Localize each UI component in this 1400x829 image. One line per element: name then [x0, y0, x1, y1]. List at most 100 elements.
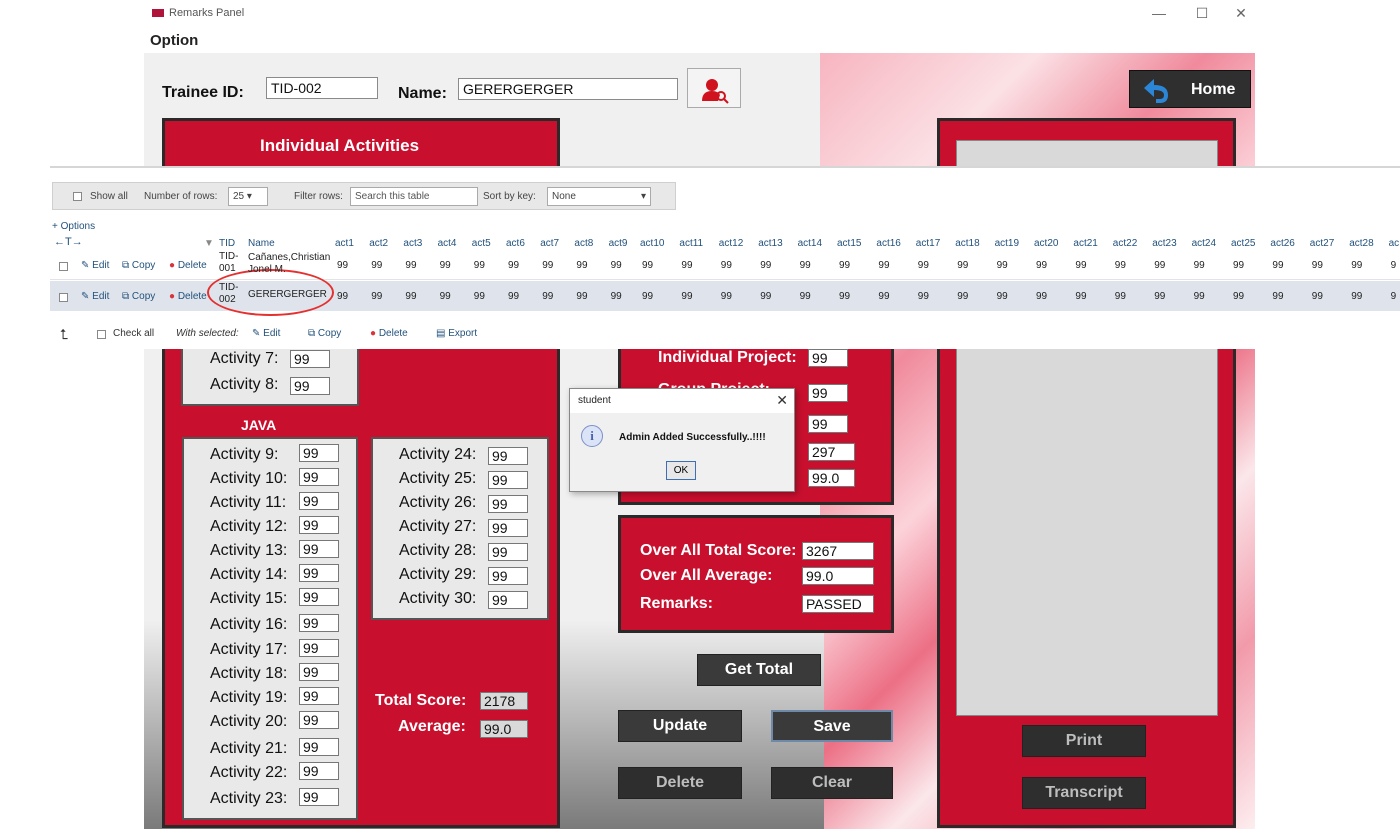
activity-field[interactable]: 99	[299, 540, 339, 558]
column-header[interactable]: act4	[438, 238, 457, 249]
column-header[interactable]: act11	[679, 238, 703, 249]
column-header[interactable]: act6	[506, 238, 525, 249]
search-trainee-button[interactable]	[687, 68, 741, 108]
activity-field[interactable]: 99	[299, 444, 339, 462]
row-delete-link[interactable]: ● Delete	[169, 291, 207, 302]
row-delete-link[interactable]: ● Delete	[169, 260, 207, 271]
options-link[interactable]: + Options	[52, 221, 95, 232]
print-button[interactable]: Print	[1022, 725, 1146, 757]
column-header[interactable]: act14	[798, 238, 822, 249]
check-all-checkbox[interactable]	[97, 330, 106, 339]
column-header[interactable]: act21	[1073, 238, 1097, 249]
column-header[interactable]: act3	[403, 238, 422, 249]
column-header[interactable]: act9	[609, 238, 628, 249]
ok-button[interactable]: OK	[666, 461, 696, 480]
activity-field[interactable]: 99	[299, 564, 339, 582]
column-header[interactable]: act17	[916, 238, 940, 249]
column-header[interactable]: act1	[335, 238, 354, 249]
column-header[interactable]: act27	[1310, 238, 1334, 249]
row-copy-link[interactable]: ⧉ Copy	[122, 260, 155, 271]
column-header[interactable]: act8	[574, 238, 593, 249]
dialog-close-icon[interactable]: ✕	[776, 392, 788, 409]
footer-export-link[interactable]: ▤ Export	[436, 328, 477, 339]
clear-button[interactable]: Clear	[771, 767, 893, 799]
row-copy-link[interactable]: ⧉ Copy	[122, 291, 155, 302]
column-header[interactable]: act18	[955, 238, 979, 249]
save-button[interactable]: Save	[771, 710, 893, 742]
activity-field[interactable]: 99	[299, 788, 339, 806]
activity-field[interactable]: 99	[488, 567, 528, 585]
column-header[interactable]: act16	[876, 238, 900, 249]
minimize-button[interactable]: —	[1144, 4, 1174, 22]
activity-field[interactable]: 99	[488, 471, 528, 489]
column-header[interactable]: act2	[369, 238, 388, 249]
footer-copy-link[interactable]: ⧉ Copy	[308, 328, 341, 339]
row-edit-link[interactable]: ✎ Edit	[81, 291, 109, 302]
overall-average-field[interactable]: 99.0	[802, 567, 874, 585]
group-project-field[interactable]: 99	[808, 384, 848, 402]
sort-select[interactable]: None ▾	[547, 187, 651, 206]
trainee-id-field[interactable]: TID-002	[266, 77, 378, 99]
column-header[interactable]: act20	[1034, 238, 1058, 249]
row-checkbox[interactable]	[59, 293, 68, 302]
projects-average-field[interactable]: 99.0	[808, 469, 855, 487]
update-button[interactable]: Update	[618, 710, 742, 742]
footer-edit-link[interactable]: ✎ Edit	[252, 328, 280, 339]
activity-field[interactable]: 99	[488, 495, 528, 513]
column-header[interactable]: act7	[540, 238, 559, 249]
get-total-button[interactable]: Get Total	[697, 654, 821, 686]
activity-field[interactable]: 99	[299, 738, 339, 756]
column-header[interactable]: act24	[1192, 238, 1216, 249]
activity-field[interactable]: 99	[299, 588, 339, 606]
transcript-button[interactable]: Transcript	[1022, 777, 1146, 809]
activity-field[interactable]: 99	[299, 687, 339, 705]
close-button[interactable]: ✕	[1226, 4, 1255, 22]
column-header[interactable]: act25	[1231, 238, 1255, 249]
name-field[interactable]: GERERGERGER	[458, 78, 678, 100]
activity-field[interactable]: 99	[299, 663, 339, 681]
overall-total-field[interactable]: 3267	[802, 542, 874, 560]
activity-field[interactable]: 99	[299, 468, 339, 486]
menu-option[interactable]: Option	[150, 32, 198, 49]
show-all-checkbox[interactable]	[73, 192, 82, 201]
delete-button[interactable]: Delete	[618, 767, 742, 799]
column-header[interactable]: act15	[837, 238, 861, 249]
activity-field[interactable]: 99	[290, 377, 330, 395]
activity-field[interactable]: 99	[488, 447, 528, 465]
column-header[interactable]: act22	[1113, 238, 1137, 249]
activity-field[interactable]: 99	[290, 350, 330, 368]
column-header[interactable]: act19	[995, 238, 1019, 249]
row-checkbox[interactable]	[59, 262, 68, 271]
activity-field[interactable]: 99	[299, 711, 339, 729]
activity-field[interactable]: 99	[299, 516, 339, 534]
column-header[interactable]: act23	[1152, 238, 1176, 249]
activity-field[interactable]: 99	[488, 519, 528, 537]
column-header[interactable]: act26	[1270, 238, 1294, 249]
row-edit-link[interactable]: ✎ Edit	[81, 260, 109, 271]
remarks-field[interactable]: PASSED	[802, 595, 874, 613]
column-arrows[interactable]: ←T→	[54, 236, 83, 248]
average-field[interactable]: 99.0	[480, 720, 528, 738]
activity-field[interactable]: 99	[299, 639, 339, 657]
activity-field[interactable]: 99	[488, 543, 528, 561]
column-header[interactable]: ac	[1389, 238, 1400, 249]
rows-select[interactable]: 25 ▾	[228, 187, 268, 206]
home-button[interactable]: Home	[1129, 70, 1251, 108]
activity-field[interactable]: 99	[299, 492, 339, 510]
maximize-button[interactable]: ☐	[1187, 4, 1217, 22]
column-header[interactable]: TID	[219, 238, 235, 249]
activity-field[interactable]: 99	[488, 591, 528, 609]
total-score-field[interactable]: 2178	[480, 692, 528, 710]
projects-total-field[interactable]: 297	[808, 443, 855, 461]
activity-field[interactable]: 99	[299, 614, 339, 632]
project-score-field[interactable]: 99	[808, 415, 848, 433]
activity-field[interactable]: 99	[299, 762, 339, 780]
column-header[interactable]: act12	[719, 238, 743, 249]
footer-delete-link[interactable]: ● Delete	[370, 328, 408, 339]
column-header[interactable]: act28	[1349, 238, 1373, 249]
individual-project-field[interactable]: 99	[808, 349, 848, 367]
column-header[interactable]: act5	[472, 238, 491, 249]
column-header[interactable]: Name	[248, 238, 275, 249]
column-header[interactable]: act13	[758, 238, 782, 249]
filter-input[interactable]: Search this table	[350, 187, 478, 206]
